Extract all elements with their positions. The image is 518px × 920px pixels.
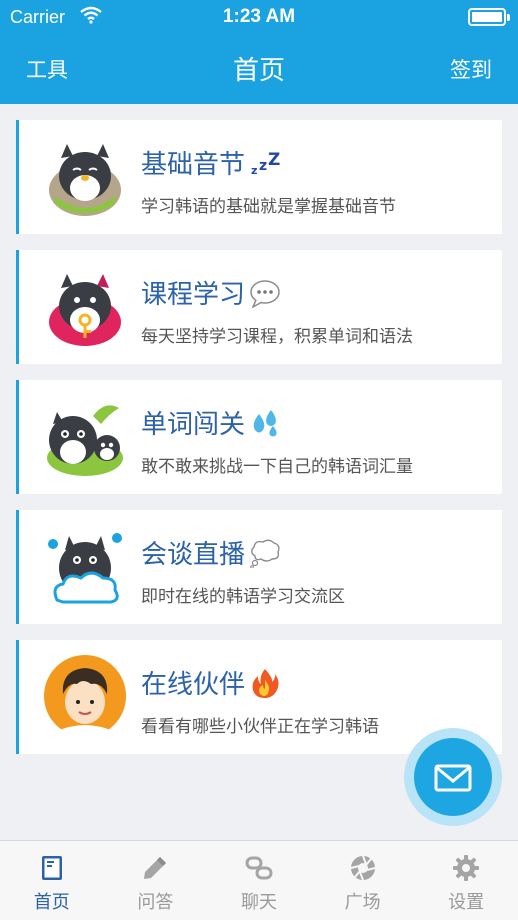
- sleeping-zzz-icon: z z Z: [251, 150, 280, 177]
- tab-label: 问答: [137, 892, 174, 913]
- svg-text:z: z: [259, 158, 267, 174]
- feature-list: 基础音节 z z Z 学习韩语的基础就是掌握基础音节 课程学习 每天坚持学习课程…: [16, 120, 502, 770]
- card-title: 基础音节: [141, 150, 246, 180]
- mascot-family-icon: [47, 405, 123, 476]
- status-bar: Carrier 1:23 AM: [0, 0, 518, 36]
- mail-icon: [434, 764, 472, 792]
- partner-avatar-icon: [44, 655, 126, 738]
- card-subtitle: 即时在线的韩语学习交流区: [141, 587, 345, 607]
- card-subtitle: 学习韩语的基础就是掌握基础音节: [141, 197, 396, 217]
- tab-label: 聊天: [240, 892, 277, 913]
- tab-home[interactable]: 首页: [0, 841, 104, 920]
- card-word-challenge[interactable]: 单词闯关 敢不敢来挑战一下自己的韩语词汇量: [16, 380, 502, 494]
- clock: 1:23 AM: [222, 6, 296, 27]
- mascot-cloud-icon: [48, 533, 122, 604]
- book-icon: [41, 856, 62, 880]
- card-title: 单词闯关: [141, 410, 246, 440]
- card-title: 会谈直播: [141, 540, 246, 570]
- card-subtitle: 看看有哪些小伙伴正在学习韩语: [141, 717, 379, 737]
- card-subtitle: 每天坚持学习课程，积累单词和语法: [141, 327, 413, 347]
- aperture-icon: [350, 855, 375, 881]
- page-title: 首页: [232, 56, 285, 86]
- tab-settings[interactable]: 设置: [414, 841, 518, 920]
- gear-icon: [453, 855, 480, 881]
- tools-button[interactable]: 工具: [26, 54, 68, 84]
- chat-link-icon: [245, 856, 273, 880]
- tab-label: 设置: [448, 892, 485, 913]
- card-subtitle: 敢不敢来挑战一下自己的韩语词汇量: [141, 457, 413, 477]
- card-title: 课程学习: [141, 280, 246, 310]
- speech-bubble-icon: [250, 279, 280, 308]
- sweat-drops-icon: [253, 409, 277, 436]
- thought-bubble-icon: [250, 539, 280, 568]
- tab-bar: 首页 问答 聊天 广场 设置: [0, 840, 518, 920]
- svg-text:z: z: [251, 164, 257, 177]
- message-fab-button[interactable]: [404, 728, 502, 826]
- tab-label: 首页: [33, 892, 70, 913]
- tab-qa[interactable]: 问答: [104, 841, 208, 920]
- tab-chat[interactable]: 聊天: [207, 841, 311, 920]
- battery-icon: [468, 8, 510, 26]
- card-course-study[interactable]: 课程学习 每天坚持学习课程，积累单词和语法: [16, 250, 502, 364]
- svg-text:Z: Z: [268, 150, 280, 170]
- mascot-sleeping-icon: [49, 144, 121, 216]
- card-live-talk[interactable]: 会谈直播 即时在线的韩语学习交流区: [16, 510, 502, 624]
- card-basic-syllables[interactable]: 基础音节 z z Z 学习韩语的基础就是掌握基础音节: [16, 120, 502, 234]
- mascot-key-icon: [49, 274, 121, 346]
- top-bar: Carrier 1:23 AM 工具 首页 签到: [0, 0, 518, 104]
- tab-square[interactable]: 广场: [311, 841, 415, 920]
- pencil-icon: [144, 857, 167, 879]
- fire-icon: [252, 668, 279, 698]
- checkin-button[interactable]: 签到: [450, 54, 492, 84]
- card-title: 在线伙伴: [141, 670, 246, 700]
- tab-label: 广场: [344, 892, 381, 913]
